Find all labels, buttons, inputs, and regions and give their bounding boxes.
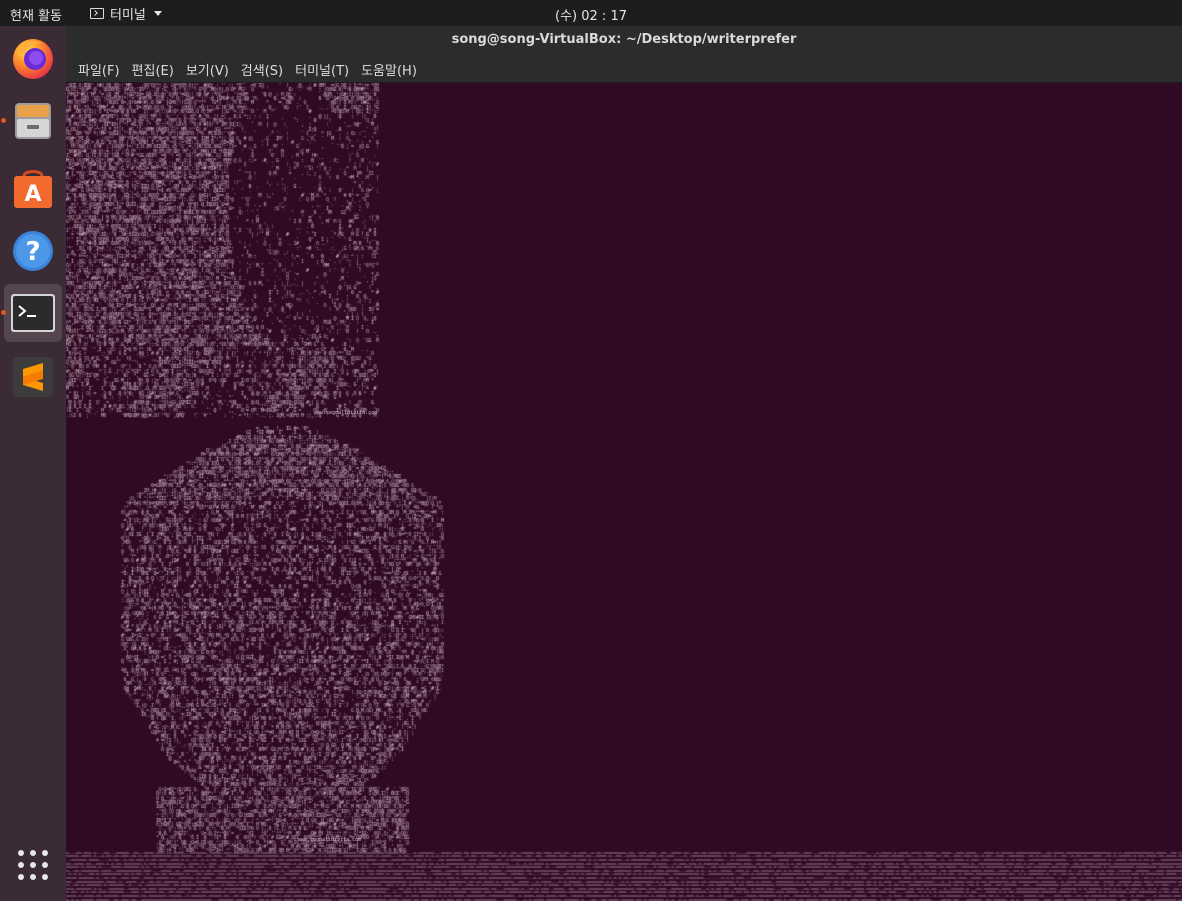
menu-terminal[interactable]: 터미널(T) <box>289 56 355 83</box>
app-menu[interactable]: 터미널 <box>90 4 162 23</box>
ascii-art-credit-2: www.segnalidivita.com <box>298 837 362 843</box>
help-icon: ? <box>13 231 53 271</box>
top-bar: 현재 활동 터미널 (수) 02 : 17 <box>0 0 1182 26</box>
terminal-icon <box>90 8 104 19</box>
app-menu-label: 터미널 <box>110 8 146 23</box>
dock-item-sublime-text[interactable] <box>4 348 62 406</box>
activities-button[interactable]: 현재 활동 <box>10 5 62 24</box>
dock-item-files[interactable] <box>1 92 62 150</box>
dock-item-terminal[interactable] <box>1 284 62 342</box>
running-indicator <box>1 310 6 315</box>
window-title: song@song-VirtualBox: ~/Desktop/writerpr… <box>451 32 797 47</box>
show-applications-button[interactable] <box>4 836 62 894</box>
running-indicator <box>1 118 6 123</box>
terminal-icon <box>11 294 55 332</box>
clock[interactable]: (수) 02 : 17 <box>555 9 627 24</box>
svg-text:A: A <box>24 182 41 207</box>
terminal-window: song@song-VirtualBox: ~/Desktop/writerpr… <box>66 26 1182 901</box>
dock-item-firefox[interactable] <box>4 29 62 87</box>
clock-container: (수) 02 : 17 <box>0 5 1182 24</box>
window-titlebar[interactable]: song@song-VirtualBox: ~/Desktop/writerpr… <box>66 26 1182 56</box>
dock-item-help[interactable]: ? <box>4 222 62 280</box>
svg-text:?: ? <box>25 237 40 267</box>
files-icon <box>15 103 51 139</box>
menu-view[interactable]: 보기(V) <box>180 56 235 83</box>
ascii-art-credit-1: www.segnalidivita.com <box>314 410 378 416</box>
software-center-icon: A <box>14 170 52 208</box>
menu-file[interactable]: 파일(F) <box>72 56 126 83</box>
dock-item-software[interactable]: A <box>4 158 62 216</box>
terminal-menubar: 파일(F) 편집(E) 보기(V) 검색(S) 터미널(T) 도움말(H) <box>66 56 1182 83</box>
ascii-art-render <box>66 83 1182 901</box>
dock: A ? <box>0 26 66 901</box>
sublime-text-icon <box>13 357 53 397</box>
show-applications-icon <box>18 850 48 880</box>
menu-help[interactable]: 도움말(H) <box>355 56 423 83</box>
menu-edit[interactable]: 편집(E) <box>126 56 180 83</box>
chevron-down-icon <box>153 11 162 16</box>
menu-search[interactable]: 검색(S) <box>235 56 289 83</box>
firefox-icon <box>13 39 53 79</box>
terminal-output[interactable]: www.segnalidivita.com www.segnalidivita.… <box>66 83 1182 901</box>
